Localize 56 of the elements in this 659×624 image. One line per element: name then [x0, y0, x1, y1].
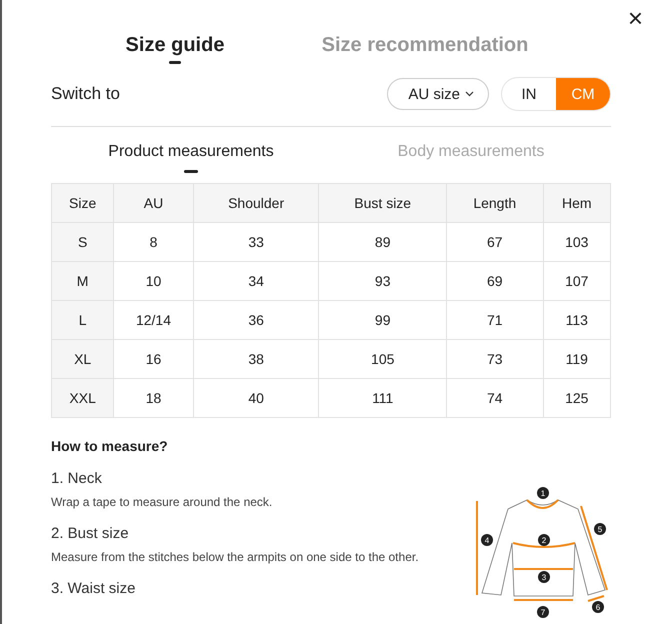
number-marker: 2	[538, 534, 550, 546]
table-cell: 34	[193, 262, 319, 300]
column-header: Hem	[543, 184, 610, 222]
number-marker: 7	[537, 606, 549, 618]
number-marker: 4	[481, 534, 493, 546]
table-cell: 38	[193, 340, 319, 378]
table-cell: XXL	[52, 378, 114, 418]
chevron-down-icon	[465, 91, 474, 97]
section-title: How to measure?	[51, 438, 169, 454]
table-cell: 113	[543, 300, 610, 340]
number-marker: 1	[537, 487, 549, 499]
tab[interactable]: Product measurements	[51, 139, 331, 173]
table-cell: 12/14	[114, 300, 194, 340]
table-cell: 10	[114, 262, 194, 300]
table-cell: M	[52, 262, 114, 300]
table-cell: 33	[193, 222, 319, 262]
table-cell: 103	[543, 222, 610, 262]
table-cell: 105	[318, 340, 446, 378]
table-cell: S	[52, 222, 114, 262]
table-cell: 18	[114, 378, 194, 418]
number-marker: 5	[594, 523, 606, 535]
table-cell: L	[52, 300, 114, 340]
table-cell: 16	[114, 340, 194, 378]
table-cell: 99	[318, 300, 446, 340]
number-marker: 6	[592, 601, 604, 613]
column-header: AU	[114, 184, 194, 222]
table-cell: 111	[318, 378, 446, 418]
unit-option[interactable]: IN	[502, 78, 556, 110]
number-marker: 3	[538, 571, 550, 583]
table-cell: XL	[52, 340, 114, 378]
table-cell: 8	[114, 222, 194, 262]
switch-label: Switch to	[51, 84, 120, 104]
table-cell: 36	[193, 300, 319, 340]
size-dropdown[interactable]: AU size	[387, 78, 489, 110]
table-cell: 69	[446, 262, 544, 300]
close-button[interactable]: ×	[628, 6, 643, 30]
tab[interactable]: Size guide	[51, 30, 299, 64]
table-cell: 125	[543, 378, 610, 418]
column-header: Length	[446, 184, 544, 222]
step-heading: 2. Bust size	[51, 525, 130, 542]
table-cell: 74	[446, 378, 544, 418]
column-header: Shoulder	[193, 184, 319, 222]
table-cell: 93	[318, 262, 446, 300]
table-cell: 71	[446, 300, 544, 340]
table-cell: 40	[193, 378, 319, 418]
table-cell: 119	[543, 340, 610, 378]
column-header: Bust size	[318, 184, 446, 222]
step-description: Wrap a tape to measure around the neck.	[51, 495, 274, 509]
column-header: Size	[52, 184, 114, 222]
step-heading: 1. Neck	[51, 470, 103, 487]
step-description: Measure from the stitches below the armpits on one side to the other.	[51, 550, 419, 564]
table-cell: 89	[318, 222, 446, 262]
table-cell: 73	[446, 340, 544, 378]
table-cell: 107	[543, 262, 610, 300]
table-cell: 67	[446, 222, 544, 262]
step-heading: 3. Waist size	[51, 580, 136, 597]
